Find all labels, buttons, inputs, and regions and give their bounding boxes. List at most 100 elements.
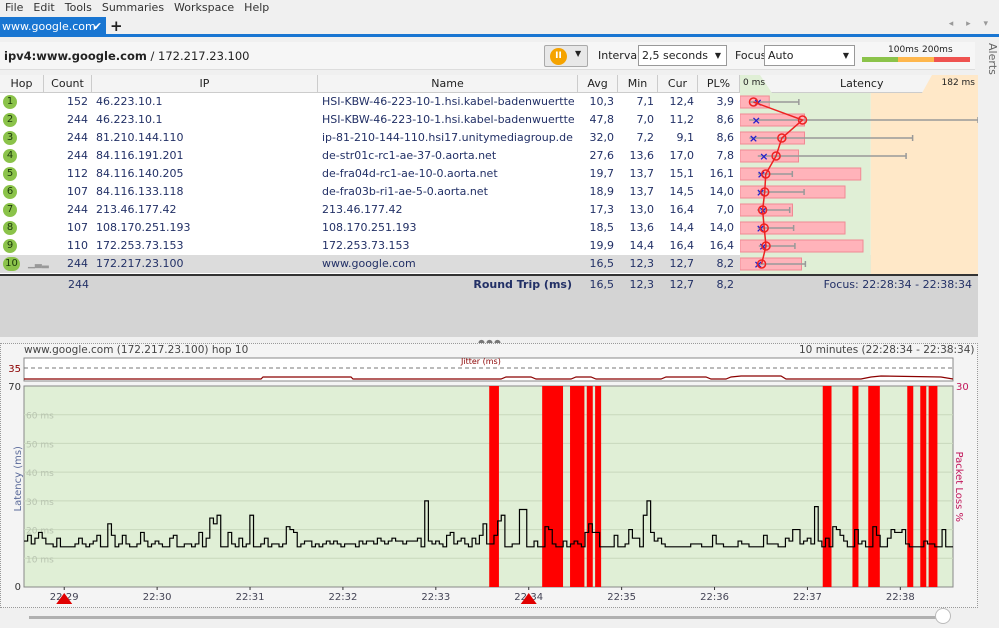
cell-count: 244 [67, 113, 88, 126]
table-row[interactable]: 2 244 46.223.10.1 HSI-KBW-46-223-10-1.hsi.k… [0, 111, 740, 129]
cell-pl: 8,6 [716, 131, 735, 144]
cell-name: HSI-KBW-46-223-10-1.hsi.kabel-badenwuert… [322, 95, 574, 108]
cell-count: 244 [67, 131, 88, 144]
footer-count: 244 [68, 278, 89, 291]
focus-label: Focus [735, 49, 767, 62]
table-row[interactable]: 6 107 84.116.133.118 de-fra03b-ri1-ae-5-0.a… [0, 183, 740, 201]
menu-summaries[interactable]: Summaries [97, 0, 169, 16]
cell-count: 107 [67, 221, 88, 234]
time-slider-handle[interactable] [935, 608, 951, 624]
table-row[interactable]: 9 110 172.253.73.153 172.253.73.153 19,9 14,4… [0, 237, 740, 255]
current-latency-marker: × [752, 114, 761, 127]
menu-workspace[interactable]: Workspace [169, 0, 239, 16]
cell-ip: 84.116.140.205 [96, 167, 184, 180]
legend-orange [898, 57, 934, 62]
footer-pl: 8,2 [716, 278, 735, 291]
cell-avg: 17,3 [589, 203, 615, 216]
packet-loss-bar [557, 386, 564, 587]
time-slider-track[interactable] [29, 616, 949, 619]
cell-cur: 9,1 [676, 131, 695, 144]
col-hop[interactable]: Hop [0, 75, 44, 93]
cell-name: HSI-KBW-46-223-10-1.hsi.kabel-badenwuert… [322, 113, 574, 126]
latency-title: Latency [840, 77, 884, 90]
x-tick-label: 22:31 [236, 592, 265, 603]
tab-label: www.google.com [2, 20, 96, 33]
menu-tools[interactable]: Tools [60, 0, 97, 16]
cell-min: 7,1 [636, 95, 655, 108]
packet-loss-bar [551, 386, 558, 587]
y-grid-label: 50 ms [26, 440, 54, 450]
table-row[interactable]: 1 152 46.223.10.1 HSI-KBW-46-223-10-1.hsi.k… [0, 93, 740, 111]
latency-min-label: 0 ms [743, 78, 766, 88]
cell-name: 213.46.177.42 [322, 203, 403, 216]
packet-loss-bar [931, 386, 938, 587]
col-latency[interactable]: 0 ms Latency 182 ms [740, 75, 978, 93]
menu-file[interactable]: File [0, 0, 28, 16]
cell-avg: 19,9 [589, 239, 615, 252]
cell-pl: 7,8 [716, 149, 735, 162]
col-pl[interactable]: PL% [698, 75, 740, 93]
packet-loss-bar [868, 386, 875, 587]
hop-number-badge: 2 [3, 113, 17, 127]
hop-number-badge: 3 [3, 131, 17, 145]
chevron-down-icon[interactable]: ▼ [575, 49, 581, 58]
table-footer: 244 Round Trip (ms) 16,5 12,3 12,7 8,2 F… [0, 274, 978, 292]
cell-pl: 14,0 [709, 221, 735, 234]
cell-cur: 12,7 [669, 257, 695, 270]
menu-edit[interactable]: Edit [28, 0, 59, 16]
cell-name: 108.170.251.193 [322, 221, 417, 234]
x-tick-label: 22:35 [607, 592, 636, 603]
tab-bar: www.google.com ✔ + ◂ ▸ ▾ [0, 17, 999, 37]
add-tab-button[interactable]: + [110, 17, 123, 35]
cell-min: 7,2 [636, 131, 655, 144]
table-row[interactable]: 3 244 81.210.144.110 ip-81-210-144-110.hsi1… [0, 129, 740, 147]
interval-select[interactable]: 2,5 seconds ▼ [638, 45, 727, 66]
y-grid-label: 40 ms [26, 469, 54, 479]
cell-ip: 81.210.144.110 [96, 131, 184, 144]
interval-value: 2,5 seconds [642, 49, 708, 62]
table-row[interactable]: 8 107 108.170.251.193 108.170.251.193 18,5 13… [0, 219, 740, 237]
col-cur[interactable]: Cur [658, 75, 698, 93]
cell-avg: 18,9 [589, 185, 615, 198]
cell-name: de-str01c-rc1-ae-37-0.aorta.net [322, 149, 497, 162]
footer-cur: 12,7 [669, 278, 695, 291]
cell-avg: 32,0 [589, 131, 615, 144]
cell-cur: 16,4 [669, 203, 695, 216]
alerts-tab[interactable]: Alerts [978, 40, 999, 100]
col-ip[interactable]: IP [92, 75, 318, 93]
col-min[interactable]: Min [618, 75, 658, 93]
packet-loss-bar [825, 386, 832, 587]
cell-min: 13,7 [629, 167, 655, 180]
menu-help[interactable]: Help [239, 0, 274, 16]
y2-axis-label: Packet Loss % [953, 452, 964, 523]
x-tick-label: 22:38 [886, 592, 915, 603]
x-tick-label: 22:32 [329, 592, 358, 603]
table-row[interactable]: 7 244 213.46.177.42 213.46.177.42 17,3 13,0 16… [0, 201, 740, 219]
cell-min: 7,0 [636, 113, 655, 126]
latency-color-legend [862, 57, 970, 62]
footer-avg: 16,5 [589, 278, 615, 291]
cell-min: 13,0 [629, 203, 655, 216]
col-avg[interactable]: Avg [578, 75, 618, 93]
cell-min: 13,7 [629, 185, 655, 198]
y-tick-label: 70 [8, 382, 21, 393]
table-row[interactable]: 4 244 84.116.191.201 de-str01c-rc1-ae-37-0.… [0, 147, 740, 165]
pause-button[interactable]: II ▼ [544, 45, 588, 67]
cell-avg: 19,7 [589, 167, 615, 180]
cell-min: 13,6 [629, 221, 655, 234]
col-count[interactable]: Count [44, 75, 92, 93]
packet-loss-bar [852, 386, 859, 587]
table-row[interactable]: 5 112 84.116.140.205 de-fra04d-rc1-ae-10-0.… [0, 165, 740, 183]
cell-count: 152 [67, 95, 88, 108]
latency-chart: 35Jitter (ms)10 ms20 ms30 ms40 ms50 ms60… [8, 357, 969, 604]
jitter-max-label: 35 [8, 364, 21, 375]
hop-number-badge: 10 [3, 257, 20, 271]
packet-loss-bar [907, 386, 914, 587]
cell-avg: 10,3 [589, 95, 615, 108]
cell-pl: 8,6 [716, 113, 735, 126]
tab-nav-icons[interactable]: ◂ ▸ ▾ [949, 19, 993, 29]
tab-google[interactable]: www.google.com ✔ [0, 17, 106, 37]
cell-count: 244 [67, 257, 88, 270]
focus-select[interactable]: Auto ▼ [764, 45, 855, 66]
col-name[interactable]: Name [318, 75, 578, 93]
